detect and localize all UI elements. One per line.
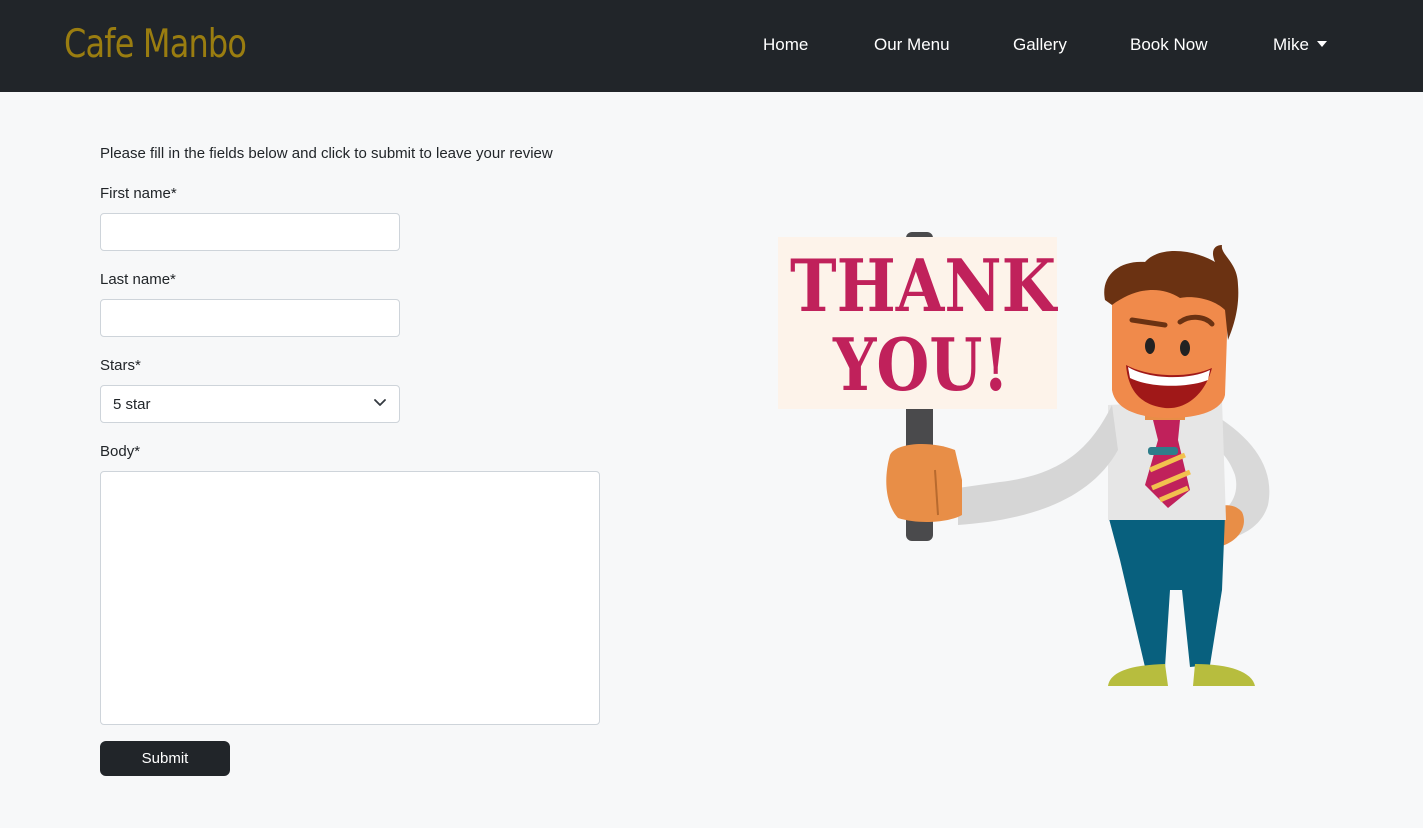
body-label: Body* bbox=[100, 443, 141, 460]
last-name-input[interactable] bbox=[100, 299, 400, 337]
left-arm bbox=[958, 405, 1118, 525]
left-shoe bbox=[1108, 664, 1168, 686]
last-name-label: Last name* bbox=[100, 271, 176, 288]
stars-selected-value: 5 star bbox=[113, 396, 151, 413]
thank-you-illustration: THANK YOU! bbox=[778, 232, 1270, 686]
nav-gallery[interactable]: Gallery bbox=[1013, 35, 1067, 55]
body-textarea[interactable] bbox=[100, 471, 600, 725]
stars-label: Stars* bbox=[100, 357, 141, 374]
left-eye bbox=[1145, 338, 1155, 354]
form-intro-text: Please fill in the fields below and clic… bbox=[100, 145, 553, 162]
caret-down-icon bbox=[1316, 41, 1327, 47]
first-name-input[interactable] bbox=[100, 213, 400, 251]
brand-logo[interactable]: Cafe Manbo bbox=[64, 22, 247, 67]
chevron-down-icon bbox=[374, 399, 386, 406]
user-menu-dropdown[interactable]: Mike bbox=[1273, 35, 1327, 55]
top-navbar: Cafe Manbo Home Our Menu Gallery Book No… bbox=[0, 0, 1423, 92]
right-eye bbox=[1180, 340, 1190, 356]
submit-button[interactable]: Submit bbox=[100, 741, 230, 776]
left-hand bbox=[886, 443, 962, 522]
nav-our-menu[interactable]: Our Menu bbox=[874, 35, 950, 55]
pants bbox=[1108, 515, 1225, 667]
stars-select[interactable]: 5 star bbox=[100, 385, 400, 423]
first-name-label: First name* bbox=[100, 185, 177, 202]
nav-book-now[interactable]: Book Now bbox=[1130, 35, 1207, 55]
tie-clip bbox=[1148, 447, 1178, 455]
sign-line-thank: THANK bbox=[790, 243, 1058, 328]
nav-home[interactable]: Home bbox=[763, 35, 808, 55]
right-shoe bbox=[1193, 664, 1255, 686]
user-menu-label: Mike bbox=[1273, 35, 1309, 54]
sign-line-you: YOU! bbox=[832, 322, 1009, 407]
